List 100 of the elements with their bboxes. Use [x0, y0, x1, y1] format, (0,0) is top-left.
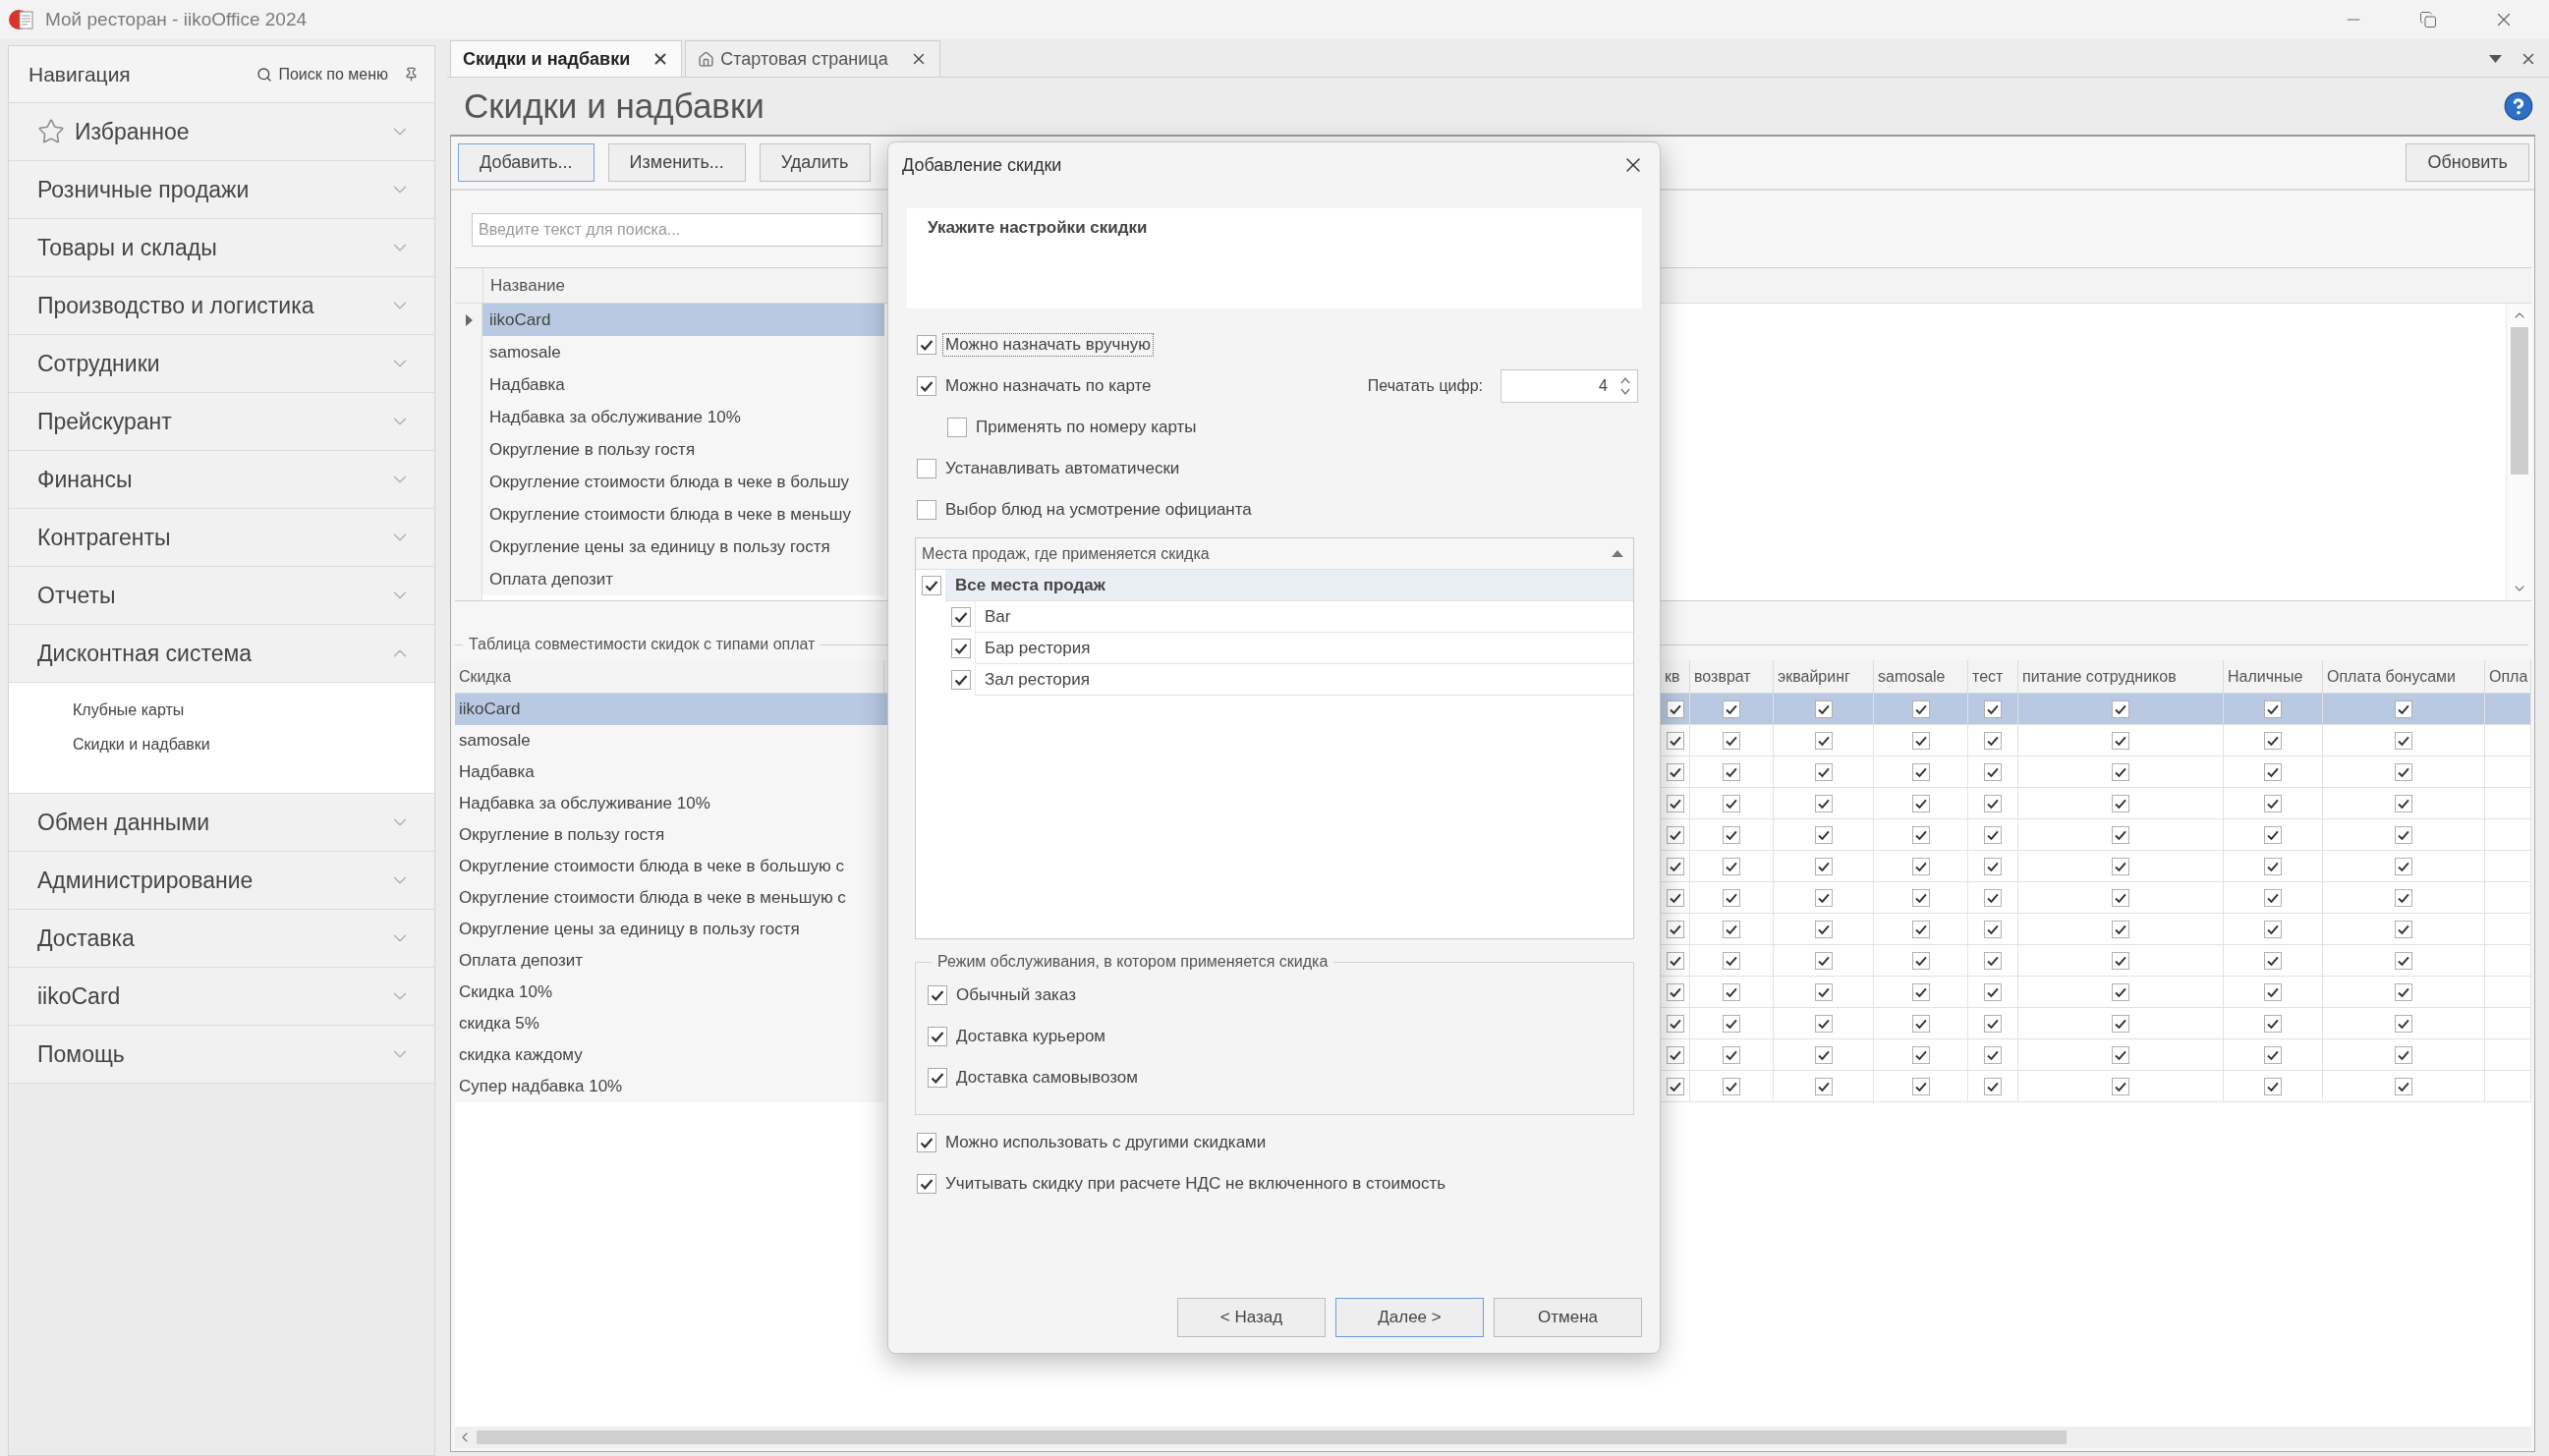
checkbox[interactable] [928, 985, 947, 1005]
checkbox[interactable] [928, 1027, 947, 1046]
checkbox[interactable] [1911, 857, 1930, 875]
tree-item[interactable]: Все места продаж [945, 570, 1633, 601]
checkbox[interactable] [1666, 982, 1684, 1001]
checkbox[interactable] [1911, 731, 1930, 750]
checkbox[interactable] [2112, 731, 2129, 750]
tab[interactable]: Скидки и надбавки [450, 40, 683, 77]
checkbox[interactable] [1911, 825, 1930, 844]
nav-item[interactable]: Прейскурант [9, 393, 434, 451]
horizontal-scrollbar[interactable] [455, 1427, 2531, 1448]
checkbox[interactable] [2395, 920, 2412, 938]
checkbox[interactable] [1814, 1045, 1833, 1064]
column-header[interactable]: тест [1968, 660, 2018, 693]
nav-item[interactable]: Дисконтная система [9, 625, 434, 683]
checkbox[interactable] [951, 639, 971, 658]
checkbox[interactable] [1984, 1045, 2002, 1064]
checkbox[interactable] [2264, 888, 2282, 907]
checkbox[interactable] [2395, 857, 2412, 875]
checkbox[interactable] [2112, 982, 2129, 1001]
search-field[interactable]: Введите текст для поиска... [472, 213, 882, 247]
checkbox[interactable] [2112, 700, 2129, 718]
checkbox[interactable] [1723, 731, 1740, 750]
checkbox[interactable] [1723, 700, 1740, 718]
checkbox[interactable] [1984, 888, 2002, 907]
checkbox[interactable] [2112, 825, 2129, 844]
checkbox[interactable] [1984, 700, 2002, 718]
table-cell[interactable]: Округление стоимости блюда в чеке в большу [482, 466, 884, 498]
table-cell[interactable]: Надбавка за обслуживание 10% [482, 401, 884, 433]
table-cell[interactable]: Округление в пользу гостя [482, 433, 884, 466]
nav-item[interactable]: Доставка [9, 910, 434, 968]
checkbox[interactable] [1984, 857, 2002, 875]
table-cell[interactable]: samosale [482, 336, 884, 368]
back-button[interactable]: < Назад [1177, 1298, 1326, 1337]
checkbox[interactable] [1666, 857, 1684, 875]
caret-up-icon[interactable] [1612, 550, 1623, 557]
nav-item[interactable]: Помощь [9, 1026, 434, 1084]
panel-header[interactable]: Места продаж, где применяется скидка [916, 538, 1633, 570]
menu-search-button[interactable]: Поиск по меню [256, 65, 388, 84]
checkbox[interactable] [1911, 888, 1930, 907]
checkbox[interactable] [1666, 762, 1684, 781]
checkbox[interactable] [1911, 1045, 1930, 1064]
checkbox[interactable] [1723, 1045, 1740, 1064]
checkbox[interactable] [917, 500, 936, 520]
checkbox[interactable] [1723, 1077, 1740, 1095]
checkbox[interactable] [2395, 762, 2412, 781]
checkbox-label[interactable]: Доставка курьером [953, 1025, 1109, 1048]
checkbox[interactable] [1723, 1014, 1740, 1033]
checkbox[interactable] [2264, 731, 2282, 750]
checkbox[interactable] [1814, 825, 1833, 844]
tree-item[interactable]: Бар рестория [975, 633, 1633, 664]
checkbox[interactable] [1814, 857, 1833, 875]
checkbox[interactable] [947, 418, 967, 437]
checkbox-label[interactable]: Устанавливать автоматически [942, 457, 1183, 480]
edit-button[interactable]: Изменить... [607, 143, 746, 182]
checkbox[interactable] [951, 607, 971, 627]
column-header[interactable]: Наличные [2224, 660, 2323, 693]
checkbox[interactable] [2264, 700, 2282, 718]
number-field[interactable]: 4 [1501, 369, 1638, 403]
nav-subitem[interactable]: Клубные карты [9, 693, 434, 727]
refresh-button[interactable]: Обновить [2406, 143, 2529, 182]
checkbox-label[interactable]: Применять по номеру карты [973, 416, 1200, 439]
checkbox[interactable] [1666, 1045, 1684, 1064]
checkbox[interactable] [1814, 951, 1833, 970]
checkbox[interactable] [1723, 825, 1740, 844]
checkbox[interactable] [2112, 920, 2129, 938]
nav-item[interactable]: Сотрудники [9, 335, 434, 393]
nav-item[interactable]: iikoCard [9, 968, 434, 1026]
cancel-button[interactable]: Отмена [1494, 1298, 1642, 1337]
checkbox[interactable] [2264, 982, 2282, 1001]
nav-item[interactable]: Производство и логистика [9, 277, 434, 335]
nav-item[interactable]: Отчеты [9, 567, 434, 625]
checkbox[interactable] [1814, 762, 1833, 781]
checkbox[interactable] [917, 376, 936, 396]
delete-button[interactable]: Удалить [759, 143, 871, 182]
table-cell[interactable]: Округление стоимости блюда в чеке в меньшу [482, 498, 884, 531]
nav-item[interactable]: Администрирование [9, 852, 434, 910]
checkbox-label[interactable]: Можно использовать с другими скидками [942, 1131, 1270, 1154]
checkbox[interactable] [1666, 825, 1684, 844]
table-cell[interactable]: Надбавка [482, 368, 884, 401]
checkbox[interactable] [1723, 888, 1740, 907]
checkbox[interactable] [1911, 762, 1930, 781]
vertical-scrollbar[interactable] [2506, 304, 2531, 600]
table-cell[interactable]: Округление цены за единицу в пользу гостя [482, 531, 884, 563]
checkbox[interactable] [1814, 888, 1833, 907]
checkbox[interactable] [1814, 1077, 1833, 1095]
checkbox[interactable] [1723, 920, 1740, 938]
checkbox[interactable] [1911, 794, 1930, 812]
checkbox[interactable] [1984, 825, 2002, 844]
column-header[interactable]: возврат [1690, 660, 1774, 693]
checkbox[interactable] [1814, 794, 1833, 812]
checkbox[interactable] [2112, 1077, 2129, 1095]
checkbox[interactable] [1814, 982, 1833, 1001]
column-header[interactable]: Оплата бонусами [2323, 660, 2485, 693]
checkbox-label[interactable]: Учитывать скидку при расчете НДС не включенного в стоимость [942, 1172, 1449, 1196]
checkbox[interactable] [2264, 794, 2282, 812]
nav-item[interactable]: Финансы [9, 451, 434, 509]
checkbox[interactable] [1723, 951, 1740, 970]
checkbox[interactable] [2395, 951, 2412, 970]
checkbox[interactable] [2264, 762, 2282, 781]
